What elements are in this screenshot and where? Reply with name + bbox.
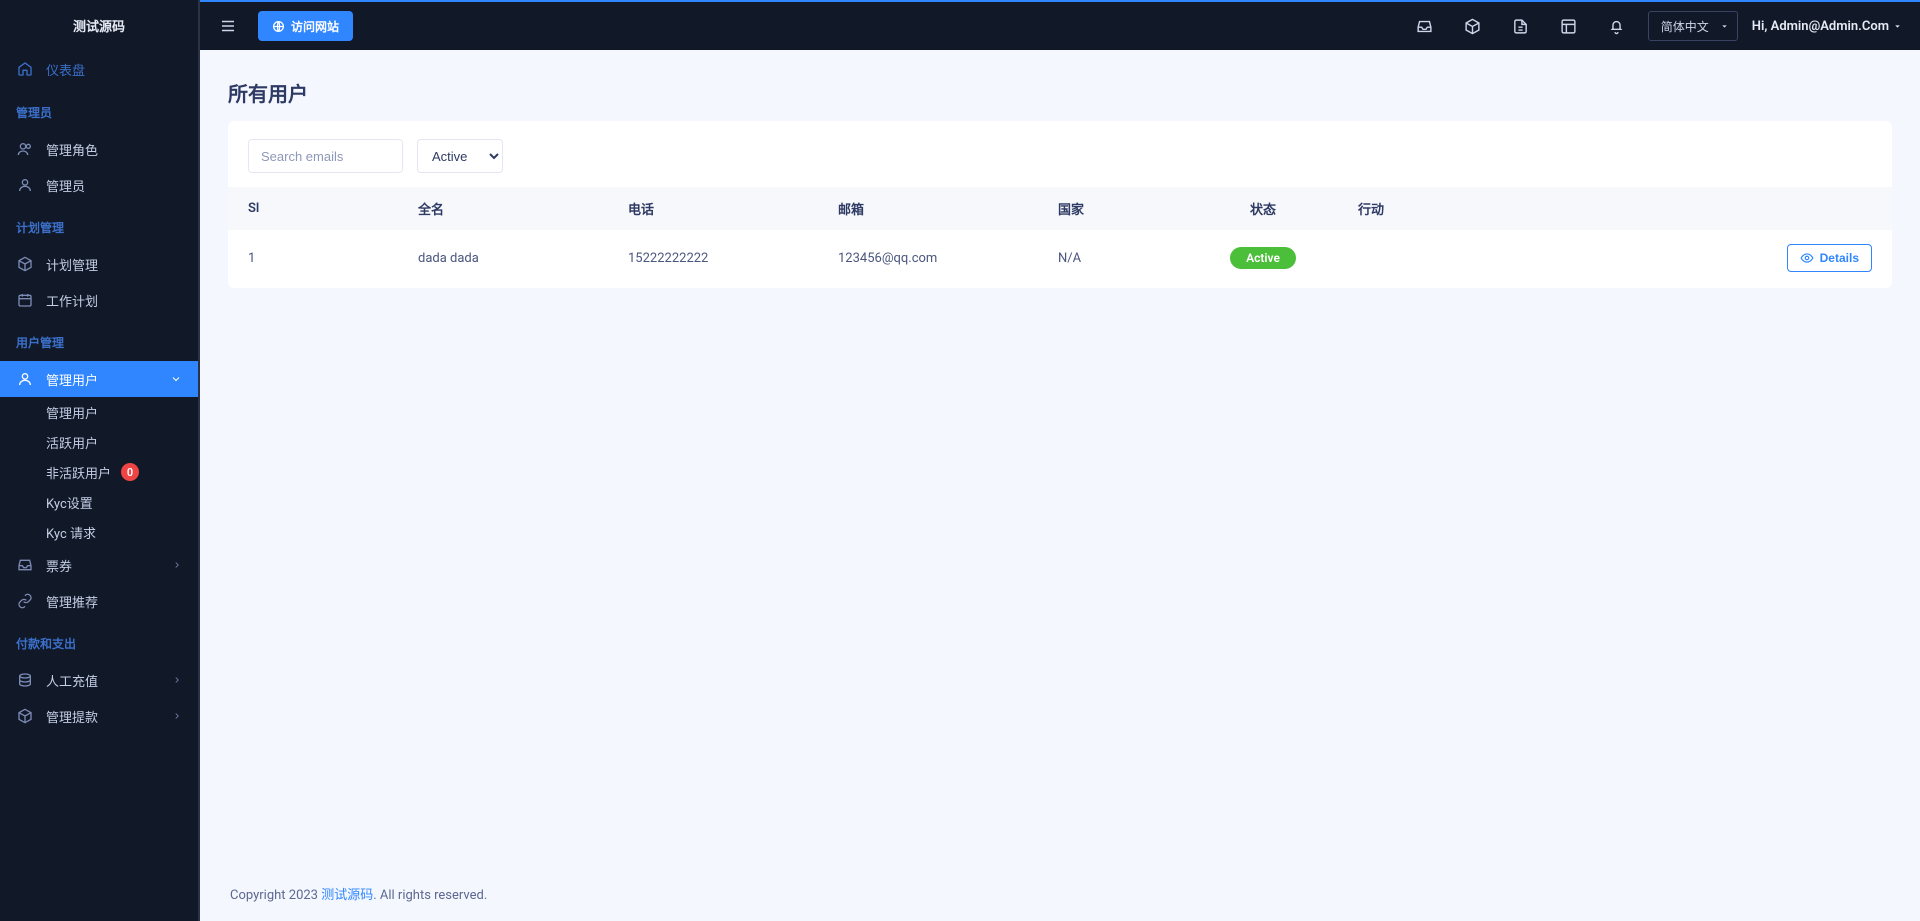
th-sl: Sl <box>228 187 398 230</box>
link-icon <box>16 592 34 610</box>
hamburger-icon[interactable] <box>212 10 244 42</box>
calendar-icon <box>16 291 34 309</box>
nav-sub-active-users[interactable]: 活跃用户 <box>0 427 198 457</box>
th-name: 全名 <box>398 187 608 230</box>
nav-manage-roles[interactable]: 管理角色 <box>0 131 198 167</box>
main: 访问网站 简体中文 <box>200 0 1920 921</box>
nav-plan-manage[interactable]: 计划管理 <box>0 246 198 282</box>
page-title: 所有用户 <box>228 78 1892 107</box>
brand-title: 测试源码 <box>0 0 198 50</box>
th-phone: 电话 <box>608 187 818 230</box>
filter-toolbar: Active <box>228 121 1892 187</box>
layout-icon[interactable] <box>1552 9 1586 43</box>
section-plan-title: 计划管理 <box>0 203 198 246</box>
caret-down-icon <box>1893 22 1902 31</box>
section-admin-title: 管理员 <box>0 88 198 131</box>
cell-email: 123456@qq.com <box>818 230 1038 286</box>
user-menu[interactable]: Hi, Admin@Admin.Com <box>1752 19 1902 34</box>
box-icon <box>16 255 34 273</box>
nav-tickets[interactable]: 票券 <box>0 547 198 583</box>
database-icon <box>16 671 34 689</box>
users-icon <box>16 140 34 158</box>
chevron-right-icon <box>172 560 182 570</box>
nav-sub-kyc-settings[interactable]: Kyc设置 <box>0 487 198 517</box>
nav-work-plan[interactable]: 工作计划 <box>0 282 198 318</box>
file-icon[interactable] <box>1504 9 1538 43</box>
inactive-badge: 0 <box>121 463 139 481</box>
footer: Copyright 2023 测试源码. All rights reserved… <box>228 860 1892 921</box>
users-table: Sl 全名 电话 邮箱 国家 状态 行动 1 dada dada <box>228 187 1892 286</box>
inbox-icon <box>16 556 34 574</box>
eye-icon <box>1800 251 1814 265</box>
topbar: 访问网站 简体中文 <box>200 0 1920 50</box>
content: 所有用户 Active Sl 全名 电话 邮箱 国家 <box>200 50 1920 921</box>
cell-action: Details <box>1338 230 1892 286</box>
nav-admins[interactable]: 管理员 <box>0 167 198 203</box>
bell-icon[interactable] <box>1600 9 1634 43</box>
cell-country: N/A <box>1038 230 1188 286</box>
nav-dashboard[interactable]: 仪表盘 <box>0 50 198 88</box>
box-icon <box>16 707 34 725</box>
th-action: 行动 <box>1338 187 1892 230</box>
section-user-title: 用户管理 <box>0 318 198 361</box>
nav-dashboard-label: 仪表盘 <box>46 60 182 79</box>
sidebar: 测试源码 仪表盘 管理员 管理角色 管理员 计划管理 计 <box>0 0 200 921</box>
status-select[interactable]: Active <box>417 139 503 173</box>
caret-down-icon <box>1720 22 1729 31</box>
cell-sl: 1 <box>228 230 398 286</box>
nav-sub-inactive-users[interactable]: 非活跃用户 0 <box>0 457 198 487</box>
users-card: Active Sl 全名 电话 邮箱 国家 状态 行动 <box>228 121 1892 288</box>
search-input[interactable] <box>248 139 403 173</box>
nav-referrals[interactable]: 管理推荐 <box>0 583 198 619</box>
language-select[interactable]: 简体中文 <box>1648 11 1738 41</box>
user-icon <box>16 370 34 388</box>
th-country: 国家 <box>1038 187 1188 230</box>
cell-phone: 15222222222 <box>608 230 818 286</box>
nav-manual-topup[interactable]: 人工充值 <box>0 662 198 698</box>
nav-sub-kyc-requests[interactable]: Kyc 请求 <box>0 517 198 547</box>
nav-sub-manage-users[interactable]: 管理用户 <box>0 397 198 427</box>
th-email: 邮箱 <box>818 187 1038 230</box>
home-icon <box>16 60 34 78</box>
package-icon[interactable] <box>1456 9 1490 43</box>
inbox-icon[interactable] <box>1408 9 1442 43</box>
cell-name: dada dada <box>398 230 608 286</box>
details-button[interactable]: Details <box>1787 244 1872 272</box>
visit-site-button[interactable]: 访问网站 <box>258 11 353 41</box>
footer-brand-link[interactable]: 测试源码 <box>321 888 373 903</box>
chevron-down-icon <box>170 373 182 385</box>
th-status: 状态 <box>1188 187 1338 230</box>
nav-manage-users[interactable]: 管理用户 <box>0 361 198 397</box>
chevron-right-icon <box>172 711 182 721</box>
chevron-right-icon <box>172 675 182 685</box>
user-icon <box>16 176 34 194</box>
globe-icon <box>272 20 285 33</box>
cell-status: Active <box>1188 230 1338 286</box>
nav-manage-withdraw[interactable]: 管理提款 <box>0 698 198 734</box>
status-badge: Active <box>1230 247 1296 269</box>
section-pay-title: 付款和支出 <box>0 619 198 662</box>
table-row: 1 dada dada 15222222222 123456@qq.com N/… <box>228 230 1892 286</box>
